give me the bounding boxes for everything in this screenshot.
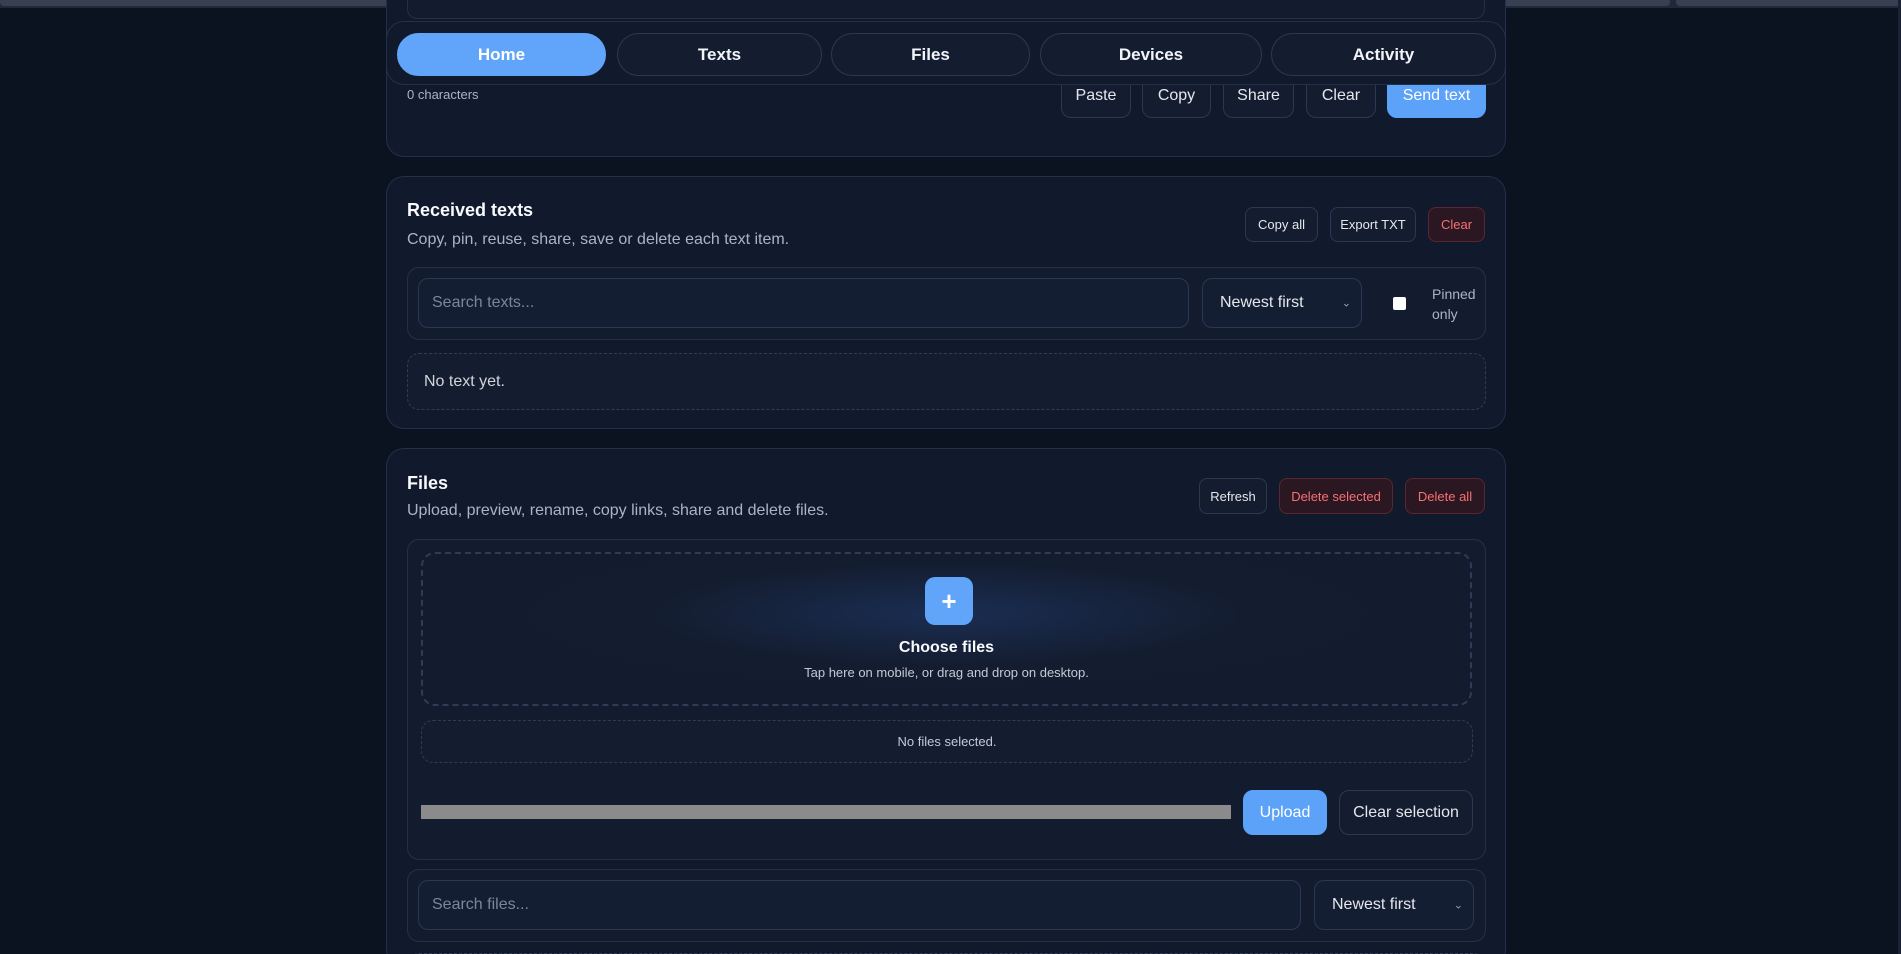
main-nav: Home Texts Files Devices Activity [386, 21, 1506, 85]
texts-empty-state: No text yet. [407, 353, 1486, 410]
chevron-down-icon: ⌄ [1453, 899, 1463, 912]
file-filter-bar: Search files... Newest first ⌄ [407, 869, 1486, 942]
upload-button[interactable]: Upload [1243, 790, 1327, 835]
text-sort-value: Newest first [1220, 294, 1304, 311]
files-subtitle: Upload, preview, rename, copy links, sha… [407, 502, 829, 519]
file-dropzone[interactable]: + Choose files Tap here on mobile, or dr… [421, 552, 1472, 706]
char-count: 0 characters [407, 87, 479, 102]
clear-selection-button[interactable]: Clear selection [1339, 790, 1473, 835]
text-sort-select[interactable]: Newest first ⌄ [1202, 278, 1362, 328]
browser-strip-segment [1676, 0, 1901, 6]
chevron-down-icon: ⌄ [1341, 297, 1351, 310]
clear-received-button[interactable]: Clear [1428, 207, 1485, 242]
files-card: Files Upload, preview, rename, copy link… [386, 448, 1506, 954]
search-texts-input[interactable]: Search texts... [418, 278, 1189, 328]
text-filter-bar: Search texts... Newest first ⌄ Pinned on… [407, 267, 1486, 340]
add-file-icon: + [925, 577, 973, 625]
tab-devices[interactable]: Devices [1040, 33, 1262, 76]
search-files-input[interactable]: Search files... [418, 880, 1301, 930]
texts-empty-message: No text yet. [424, 373, 505, 390]
upload-progress-bar [421, 805, 1231, 819]
pinned-only-checkbox[interactable] [1393, 297, 1406, 310]
export-txt-button[interactable]: Export TXT [1330, 207, 1416, 242]
received-texts-card: Received texts Copy, pin, reuse, share, … [386, 176, 1506, 429]
selected-files-status: No files selected. [421, 720, 1473, 763]
received-texts-title: Received texts [407, 200, 534, 220]
pinned-label-line2: only [1432, 306, 1458, 322]
tab-home[interactable]: Home [397, 33, 606, 76]
file-sort-value: Newest first [1332, 896, 1416, 913]
composer-textarea-edge[interactable] [407, 0, 1485, 19]
files-title: Files [407, 473, 449, 493]
tab-activity[interactable]: Activity [1271, 33, 1496, 76]
tab-texts[interactable]: Texts [617, 33, 822, 76]
selected-files-text: No files selected. [897, 734, 997, 749]
refresh-button[interactable]: Refresh [1199, 478, 1267, 514]
choose-files-title: Choose files [898, 639, 995, 656]
delete-selected-button[interactable]: Delete selected [1279, 478, 1393, 514]
dropzone-hint: Tap here on mobile, or drag and drop on … [804, 665, 1089, 680]
delete-all-button[interactable]: Delete all [1405, 478, 1485, 514]
copy-all-button[interactable]: Copy all [1245, 207, 1318, 242]
received-texts-subtitle: Copy, pin, reuse, share, save or delete … [407, 231, 790, 248]
pinned-label-line1: Pinned [1432, 286, 1476, 302]
file-sort-select[interactable]: Newest first ⌄ [1314, 880, 1474, 930]
pinned-only-label: Pinned only [1432, 284, 1476, 324]
tab-files[interactable]: Files [831, 33, 1030, 76]
upload-panel: + Choose files Tap here on mobile, or dr… [407, 539, 1486, 860]
